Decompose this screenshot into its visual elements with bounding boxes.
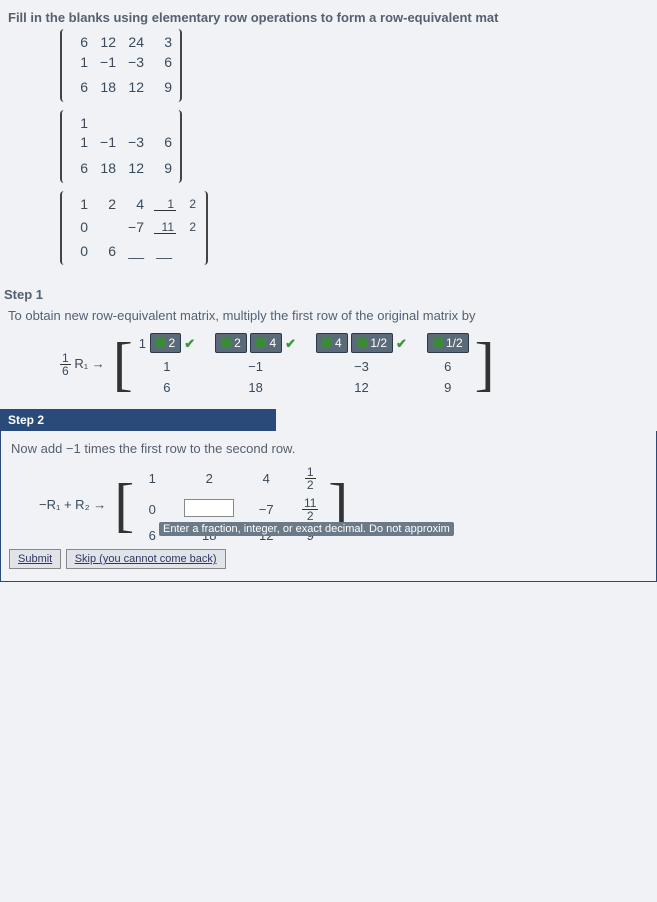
- answer-box[interactable]: 4: [316, 333, 348, 353]
- step2-text: Now add −1 times the first row to the se…: [11, 441, 648, 456]
- skip-button[interactable]: Skip (you cannot come back): [66, 549, 226, 569]
- input-hint: Enter a fraction, integer, or exact deci…: [159, 522, 454, 536]
- answer-box[interactable]: 4: [250, 333, 282, 353]
- matrix-3: 124 12 0−7 112 06____: [60, 191, 657, 274]
- check-icon: ✔: [396, 336, 407, 351]
- answer-input[interactable]: [184, 499, 234, 517]
- answer-box[interactable]: 1/2: [427, 333, 469, 353]
- check-icon: ✔: [184, 336, 195, 351]
- answer-box[interactable]: 2: [215, 333, 247, 353]
- answer-box[interactable]: 2: [150, 333, 182, 353]
- step1-equation: 16 R₁ → [ 1 2✔ 2 4✔ 4 1/2✔ 1/2 1−1−36 61…: [60, 333, 657, 395]
- step2-box: Now add −1 times the first row to the se…: [0, 431, 657, 582]
- step2-operation: −R₁ + R₂ →: [39, 497, 106, 512]
- submit-button[interactable]: Submit: [9, 549, 61, 569]
- step1-heading: Step 1: [4, 287, 657, 302]
- step1-text: To obtain new row-equivalent matrix, mul…: [8, 308, 657, 323]
- matrix-1: 612243 1−1−36 618129: [60, 29, 657, 110]
- check-icon: ✔: [285, 336, 296, 351]
- answer-box[interactable]: 1/2: [351, 333, 393, 353]
- matrix-2: 1 1−1−36 618129: [60, 110, 657, 191]
- instruction-text: Fill in the blanks using elementary row …: [0, 0, 657, 29]
- step2-bar: Step 2: [0, 409, 276, 431]
